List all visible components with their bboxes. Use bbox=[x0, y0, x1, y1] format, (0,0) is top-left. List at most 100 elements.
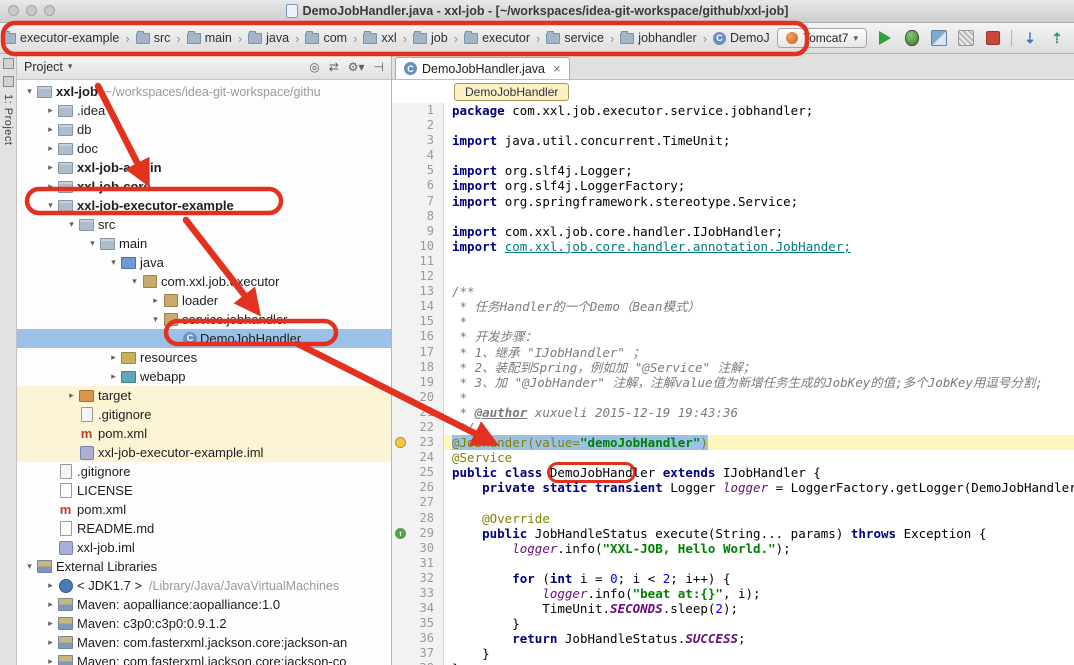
locate-icon[interactable]: ◎ bbox=[309, 60, 319, 74]
code-line-21[interactable]: 21 * @author xuxueli 2015-12-19 19:43:36 bbox=[392, 405, 1074, 420]
tree-item-loader[interactable]: ▸loader bbox=[17, 291, 391, 310]
tree-item-xxl-job[interactable]: ▾xxl-job~/workspaces/idea-git-workspace/… bbox=[17, 82, 391, 101]
override-method-icon[interactable]: ↑ bbox=[395, 528, 406, 539]
vcs-commit-button[interactable]: ⇡ bbox=[1048, 29, 1066, 47]
chevron-expanded-icon[interactable]: ▾ bbox=[149, 314, 162, 325]
chevron-expanded-icon[interactable]: ▾ bbox=[128, 276, 141, 287]
tree-item-gitignore[interactable]: .gitignore bbox=[17, 405, 391, 424]
code-line-9[interactable]: 9import com.xxl.job.core.handler.IJobHan… bbox=[392, 224, 1074, 239]
chevron-collapsed-icon[interactable]: ▸ bbox=[65, 390, 78, 401]
tree-item-license[interactable]: LICENSE bbox=[17, 481, 391, 500]
run-configuration-selector[interactable]: Tomcat7 ▾ bbox=[777, 28, 867, 48]
tree-item-jdk1-7[interactable]: ▸< JDK1.7 >/Library/Java/JavaVirtualMach… bbox=[17, 576, 391, 595]
code-line-33[interactable]: 33 logger.info("beat at:{}", i); bbox=[392, 586, 1074, 601]
settings-gear-icon[interactable]: ⚙▾ bbox=[348, 60, 365, 74]
code-line-32[interactable]: 32 for (int i = 0; i < 2; i++) { bbox=[392, 571, 1074, 586]
chevron-expanded-icon[interactable]: ▾ bbox=[23, 561, 36, 572]
tree-item-maven-com-fasterxml-jackson-core-jackson-an[interactable]: ▸Maven: com.fasterxml.jackson.core:jacks… bbox=[17, 633, 391, 652]
chevron-collapsed-icon[interactable]: ▸ bbox=[149, 295, 162, 306]
breadcrumb-item-com[interactable]: com bbox=[303, 29, 349, 47]
project-view-selector[interactable]: Project ▾ bbox=[24, 60, 72, 74]
code-line-13[interactable]: 13/** bbox=[392, 284, 1074, 299]
breadcrumb-item-src[interactable]: src bbox=[134, 29, 173, 47]
code-line-2[interactable]: 2 bbox=[392, 118, 1074, 133]
hide-panel-icon[interactable]: ⊣ bbox=[374, 60, 384, 74]
chevron-collapsed-icon[interactable]: ▸ bbox=[44, 124, 57, 135]
code-line-16[interactable]: 16 * 开发步骤： bbox=[392, 329, 1074, 344]
code-line-31[interactable]: 31 bbox=[392, 556, 1074, 571]
breadcrumb-item-xxl[interactable]: xxl bbox=[361, 29, 398, 47]
code-line-5[interactable]: 5import org.slf4j.Logger; bbox=[392, 163, 1074, 178]
code-line-20[interactable]: 20 * bbox=[392, 390, 1074, 405]
zoom-window-button[interactable] bbox=[44, 5, 55, 16]
vcs-update-button[interactable]: ⇣ bbox=[1021, 29, 1039, 47]
chevron-collapsed-icon[interactable]: ▸ bbox=[44, 181, 57, 192]
chevron-collapsed-icon[interactable]: ▸ bbox=[107, 371, 120, 382]
tree-item-pom-xml[interactable]: mpom.xml bbox=[17, 500, 391, 519]
code-line-35[interactable]: 35 } bbox=[392, 616, 1074, 631]
code-line-34[interactable]: 34 TimeUnit.SECONDS.sleep(2); bbox=[392, 601, 1074, 616]
breadcrumb-item-jobhandler[interactable]: jobhandler bbox=[618, 29, 698, 47]
run-button[interactable] bbox=[876, 29, 894, 47]
chevron-collapsed-icon[interactable]: ▸ bbox=[44, 105, 57, 116]
tree-item-xxl-job-iml[interactable]: xxl-job.iml bbox=[17, 538, 391, 557]
code-line-37[interactable]: 37 } bbox=[392, 646, 1074, 661]
code-line-36[interactable]: 36 return JobHandleStatus.SUCCESS; bbox=[392, 631, 1074, 646]
breadcrumb-item-main[interactable]: main bbox=[185, 29, 234, 47]
tree-item-xxl-job-admin[interactable]: ▸xxl-job-admin bbox=[17, 158, 391, 177]
tree-item-service-jobhandler[interactable]: ▾service.jobhandler bbox=[17, 310, 391, 329]
breadcrumb-item-service[interactable]: service bbox=[544, 29, 606, 47]
profiler-button[interactable] bbox=[957, 29, 975, 47]
chevron-collapsed-icon[interactable]: ▸ bbox=[44, 580, 57, 591]
code-line-19[interactable]: 19 * 3、加 "@JobHander" 注解，注解value值为新增任务生成… bbox=[392, 375, 1074, 390]
tree-item-main[interactable]: ▾main bbox=[17, 234, 391, 253]
breadcrumb-item-java[interactable]: java bbox=[246, 29, 291, 47]
code-line-22[interactable]: 22 */ bbox=[392, 420, 1074, 435]
tree-item-maven-aopalliance-aopalliance-1-0[interactable]: ▸Maven: aopalliance:aopalliance:1.0 bbox=[17, 595, 391, 614]
tool-window-icon-2[interactable] bbox=[3, 76, 14, 87]
chevron-expanded-icon[interactable]: ▾ bbox=[65, 219, 78, 230]
code-line-38[interactable]: 38} bbox=[392, 661, 1074, 665]
code-line-4[interactable]: 4 bbox=[392, 148, 1074, 163]
editor-breadcrumb[interactable]: DemoJobHandler bbox=[454, 83, 569, 101]
chevron-collapsed-icon[interactable]: ▸ bbox=[44, 143, 57, 154]
tree-item-xxl-job-executor-example-iml[interactable]: xxl-job-executor-example.iml bbox=[17, 443, 391, 462]
chevron-collapsed-icon[interactable]: ▸ bbox=[44, 162, 57, 173]
code-line-29[interactable]: 29↑ public JobHandleStatus execute(Strin… bbox=[392, 526, 1074, 541]
tree-item-src[interactable]: ▾src bbox=[17, 215, 391, 234]
tree-item-pom-xml[interactable]: mpom.xml bbox=[17, 424, 391, 443]
debug-button[interactable] bbox=[903, 29, 921, 47]
tree-item-xxl-job-executor-example[interactable]: ▾xxl-job-executor-example bbox=[17, 196, 391, 215]
code-line-7[interactable]: 7import org.springframework.stereotype.S… bbox=[392, 194, 1074, 209]
chevron-expanded-icon[interactable]: ▾ bbox=[44, 200, 57, 211]
tree-item-resources[interactable]: ▸resources bbox=[17, 348, 391, 367]
tool-window-icon[interactable] bbox=[3, 58, 14, 69]
breadcrumb-item-executor[interactable]: executor bbox=[462, 29, 532, 47]
chevron-collapsed-icon[interactable]: ▸ bbox=[44, 599, 57, 610]
project-toolwindow-button[interactable]: 1: Project bbox=[2, 94, 14, 145]
code-line-8[interactable]: 8 bbox=[392, 209, 1074, 224]
code-line-14[interactable]: 14 * 任务Handler的一个Demo（Bean模式） bbox=[392, 299, 1074, 314]
coverage-button[interactable] bbox=[930, 29, 948, 47]
breadcrumb-item-job[interactable]: job bbox=[411, 29, 450, 47]
tree-item-db[interactable]: ▸db bbox=[17, 120, 391, 139]
code-editor[interactable]: 1package com.xxl.job.executor.service.jo… bbox=[392, 103, 1074, 665]
editor-tab[interactable]: C DemoJobHandler.java × bbox=[395, 57, 570, 79]
tree-item-com-xxl-job-executor[interactable]: ▾com.xxl.job.executor bbox=[17, 272, 391, 291]
tree-item-target[interactable]: ▸target bbox=[17, 386, 391, 405]
chevron-collapsed-icon[interactable]: ▸ bbox=[107, 352, 120, 363]
code-line-12[interactable]: 12 bbox=[392, 269, 1074, 284]
chevron-collapsed-icon[interactable]: ▸ bbox=[44, 656, 57, 665]
tree-item-gitignore[interactable]: .gitignore bbox=[17, 462, 391, 481]
tree-item-demojobhandler[interactable]: CDemoJobHandler bbox=[17, 329, 391, 348]
breadcrumb-item-demojobhandler[interactable]: CDemoJobHandler bbox=[711, 29, 769, 47]
chevron-expanded-icon[interactable]: ▾ bbox=[86, 238, 99, 249]
chevron-expanded-icon[interactable]: ▾ bbox=[107, 257, 120, 268]
breadcrumb-item-executor-example[interactable]: executor-example bbox=[0, 29, 121, 47]
chevron-expanded-icon[interactable]: ▾ bbox=[23, 86, 36, 97]
code-line-28[interactable]: 28 @Override bbox=[392, 511, 1074, 526]
tree-item-external-libraries[interactable]: ▾External Libraries bbox=[17, 557, 391, 576]
code-line-11[interactable]: 11 bbox=[392, 254, 1074, 269]
code-line-15[interactable]: 15 * bbox=[392, 314, 1074, 329]
tree-item-idea[interactable]: ▸.idea bbox=[17, 101, 391, 120]
